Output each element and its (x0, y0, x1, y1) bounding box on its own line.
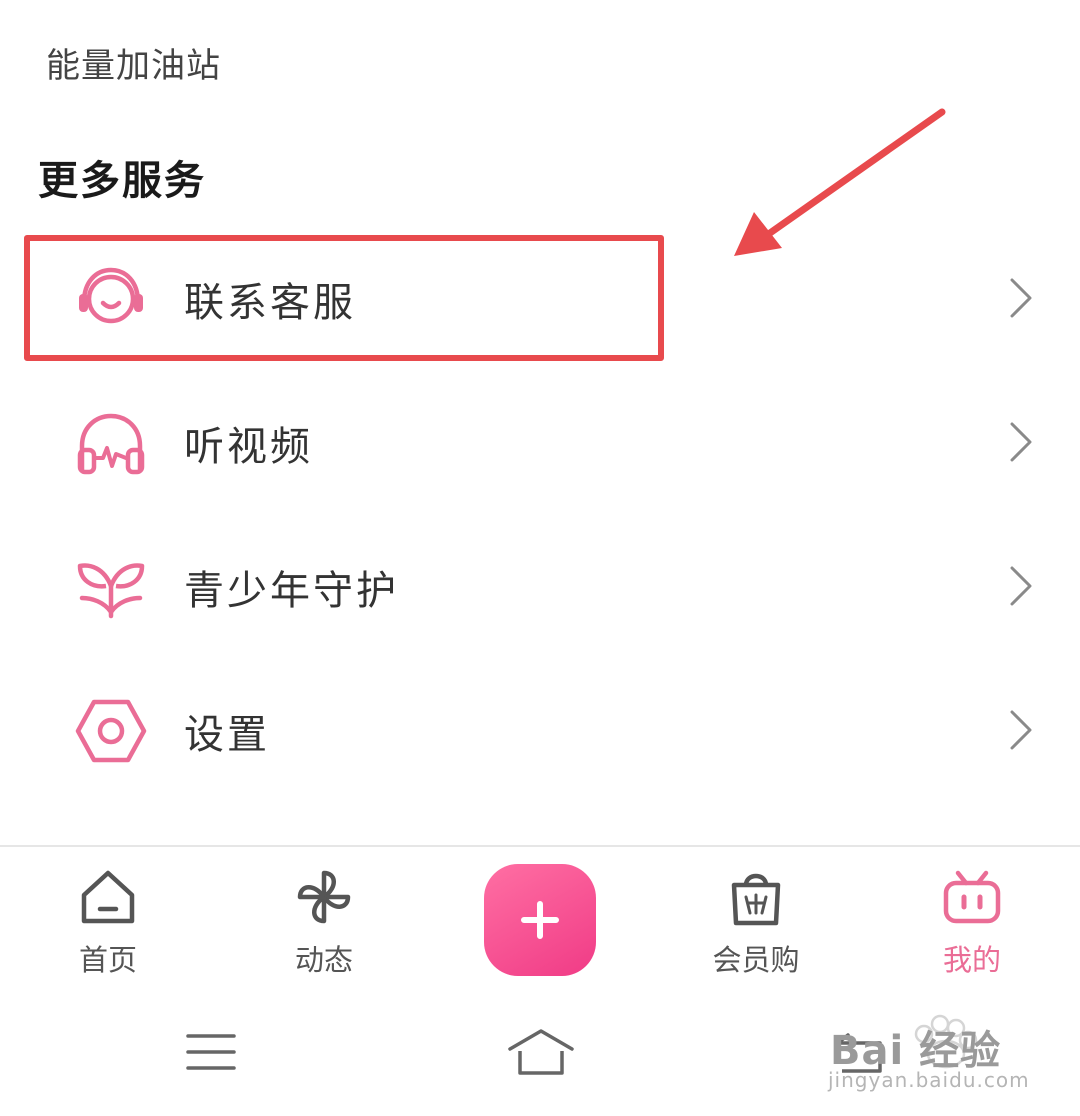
headphones-icon (77, 413, 145, 475)
settings-hexagon-icon (75, 699, 147, 763)
shopping-bag-icon (731, 873, 781, 926)
tab-vip-shop[interactable]: 会员购 (676, 847, 836, 997)
tab-home[interactable]: 首页 (28, 847, 188, 997)
tab-label: 会员购 (712, 943, 800, 977)
home-icon (81, 870, 135, 924)
tab-dynamics[interactable]: 动态 (244, 847, 404, 997)
chevron-right-icon (1010, 566, 1032, 606)
tab-label: 首页 (78, 943, 137, 977)
menu-item-listen-video[interactable]: 听视频 (0, 372, 1080, 512)
chevron-right-icon (1010, 278, 1032, 318)
menu-icon[interactable] (186, 1033, 236, 1071)
plus-icon (521, 901, 559, 939)
tab-mine[interactable]: 我的 (892, 847, 1052, 997)
menu-label: 联系客服 (184, 280, 356, 326)
section-title: 更多服务 (38, 158, 206, 204)
chevron-right-icon (1010, 710, 1032, 750)
bottom-tab-bar: 首页 动态 会员购 我的 (0, 845, 1080, 997)
tab-label: 动态 (294, 943, 353, 977)
energy-station-label[interactable]: 能量加油站 (46, 38, 221, 87)
energy-station-icon (118, 0, 152, 6)
tab-label: 我的 (942, 943, 1001, 977)
watermark-url: jingyan.baidu.com (828, 1068, 1030, 1092)
sprout-icon (77, 563, 145, 619)
menu-label: 设置 (184, 712, 270, 758)
pinwheel-icon (297, 870, 351, 924)
publish-button[interactable] (484, 864, 596, 976)
nav-home-icon[interactable] (506, 1027, 576, 1077)
tv-mascot-icon (943, 870, 1001, 924)
menu-item-youth-protection[interactable]: 青少年守护 (0, 516, 1080, 656)
menu-item-contact-service[interactable]: 联系客服 (0, 228, 1080, 368)
menu-label: 青少年守护 (184, 568, 399, 614)
customer-service-icon (79, 267, 143, 324)
menu-label: 听视频 (184, 424, 313, 470)
chevron-right-icon (1010, 422, 1032, 462)
menu-item-settings[interactable]: 设置 (0, 660, 1080, 800)
